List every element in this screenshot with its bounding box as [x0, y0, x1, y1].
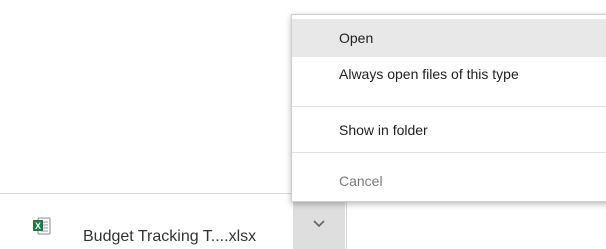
menu-item-cancel[interactable]: Cancel — [292, 164, 606, 198]
item-divider — [346, 194, 347, 249]
download-context-menu: Open Always open files of this type Show… — [291, 14, 606, 202]
menu-separator — [292, 152, 606, 153]
download-item[interactable]: X Budget Tracking T....xlsx — [0, 194, 292, 249]
menu-item-always-open[interactable]: Always open files of this type — [292, 57, 606, 91]
svg-text:X: X — [35, 221, 41, 231]
chevron-down-icon — [313, 220, 325, 228]
download-file-name: Budget Tracking T....xlsx — [83, 228, 257, 245]
excel-file-icon: X — [33, 217, 51, 235]
menu-item-show-in-folder[interactable]: Show in folder — [292, 113, 606, 147]
menu-separator — [292, 106, 606, 107]
download-options-button[interactable] — [293, 194, 345, 249]
menu-item-open[interactable]: Open — [292, 19, 606, 57]
